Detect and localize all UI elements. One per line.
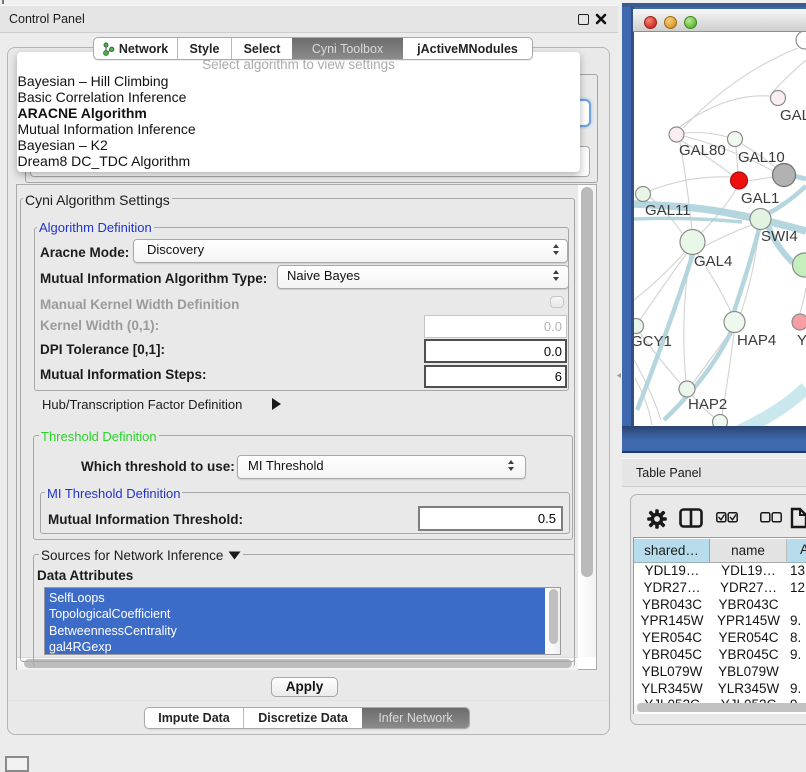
- svg-text:GAL4: GAL4: [694, 253, 732, 270]
- svg-text:GAL1: GAL1: [741, 190, 779, 207]
- svg-text:HAP4: HAP4: [737, 332, 776, 349]
- svg-text:GAL2: GAL2: [780, 107, 806, 124]
- svg-text:GCY1: GCY1: [634, 333, 672, 350]
- svg-text:HAP2: HAP2: [688, 396, 727, 413]
- svg-text:GAL80: GAL80: [679, 142, 726, 159]
- svg-text:GAL10: GAL10: [738, 149, 785, 166]
- svg-text:Y: Y: [797, 332, 806, 349]
- svg-text:GAL11: GAL11: [645, 202, 691, 219]
- svg-text:SWI4: SWI4: [761, 228, 798, 245]
